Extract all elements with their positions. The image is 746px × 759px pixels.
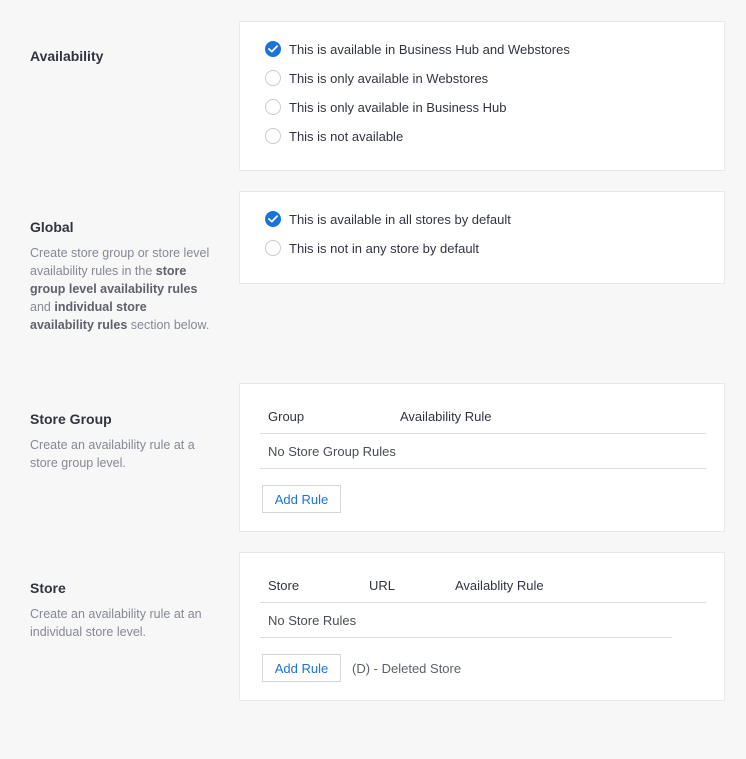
radio-checked-icon[interactable]	[265, 41, 281, 57]
store-label: Store Create an availability rule at an …	[30, 579, 210, 641]
store-title: Store	[30, 580, 66, 596]
store-group-empty-row: No Store Group Rules	[268, 444, 396, 459]
radio-unchecked-icon[interactable]	[265, 240, 281, 256]
radio-unchecked-icon[interactable]	[265, 128, 281, 144]
deleted-store-legend: (D) - Deleted Store	[352, 661, 462, 676]
radio-checked-icon[interactable]	[265, 211, 281, 227]
availability-option-label: This is not available	[289, 128, 404, 144]
global-label: Global Create store group or store level…	[30, 218, 210, 334]
table-row-divider	[260, 637, 672, 638]
table-header-divider	[260, 433, 706, 434]
column-header-availability-rule: Availability Rule	[400, 409, 492, 424]
store-empty-row: No Store Rules	[268, 613, 357, 628]
column-header-group: Group	[268, 409, 305, 424]
availability-option-webstores-only[interactable]: This is only available in Webstores	[265, 69, 488, 87]
store-group-label: Store Group Create an availability rule …	[30, 410, 210, 472]
global-desc-text: section below.	[130, 318, 210, 332]
global-option-label: This is not in any store by default	[289, 240, 480, 256]
column-header-store: Store	[268, 578, 300, 593]
store-description: Create an availability rule at an indivi…	[30, 607, 202, 639]
store-group-title: Store Group	[30, 411, 112, 427]
global-option-all-stores[interactable]: This is available in all stores by defau…	[265, 210, 511, 228]
availability-title: Availability	[30, 48, 104, 64]
availability-option-label: This is available in Business Hub and We…	[289, 41, 570, 57]
availability-card: This is available in Business Hub and We…	[239, 21, 725, 171]
store-add-rule-button[interactable]: Add Rule	[262, 654, 341, 682]
global-option-no-store[interactable]: This is not in any store by default	[265, 239, 479, 257]
global-desc-text: and	[30, 300, 51, 314]
store-group-description: Create an availability rule at a store g…	[30, 438, 195, 470]
radio-unchecked-icon[interactable]	[265, 99, 281, 115]
column-header-url: URL	[369, 578, 396, 593]
store-card: Store URL Availablity Rule No Store Rule…	[239, 552, 725, 701]
store-group-card: Group Availability Rule No Store Group R…	[239, 383, 725, 532]
global-option-label: This is available in all stores by defau…	[289, 211, 511, 227]
availability-option-label: This is only available in Webstores	[289, 70, 489, 86]
availability-option-business-hub-only[interactable]: This is only available in Business Hub	[265, 98, 507, 116]
global-card: This is available in all stores by defau…	[239, 191, 725, 284]
availability-option-label: This is only available in Business Hub	[289, 99, 507, 115]
availability-option-business-hub-and-webstores[interactable]: This is available in Business Hub and We…	[265, 40, 570, 58]
table-row-divider	[260, 468, 706, 469]
global-description: Create store group or store level availa…	[30, 244, 210, 334]
table-header-divider	[260, 602, 706, 603]
global-title: Global	[30, 219, 74, 235]
store-group-add-rule-button[interactable]: Add Rule	[262, 485, 341, 513]
availability-label: Availability	[30, 47, 210, 65]
radio-unchecked-icon[interactable]	[265, 70, 281, 86]
column-header-availability-rule: Availablity Rule	[455, 578, 544, 593]
availability-option-not-available[interactable]: This is not available	[265, 127, 403, 145]
